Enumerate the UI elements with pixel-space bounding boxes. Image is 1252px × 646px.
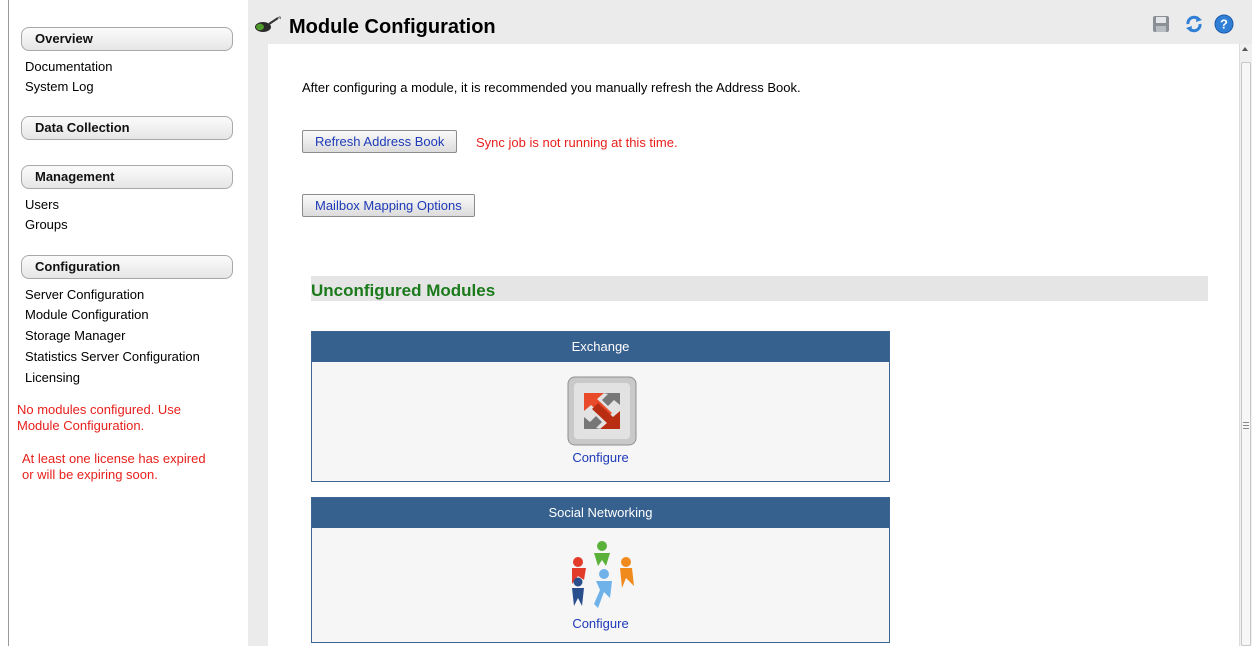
help-icon[interactable]: ?	[1213, 13, 1235, 35]
sidebar-item-module-configuration[interactable]: Module Configuration	[25, 306, 149, 323]
sidebar-item-licensing[interactable]: Licensing	[25, 369, 80, 386]
scroll-up-arrow-icon[interactable]	[1242, 47, 1248, 51]
sidebar-item-storage-manager[interactable]: Storage Manager	[25, 327, 125, 344]
svg-text:?: ?	[1220, 17, 1228, 32]
no-modules-warning-line1: No modules configured. Use	[17, 402, 182, 417]
sidebar-item-groups[interactable]: Groups	[25, 216, 68, 233]
refresh-icon[interactable]	[1183, 13, 1205, 35]
sidebar-section-overview[interactable]: Overview	[21, 27, 233, 51]
no-modules-warning-line2[interactable]: Module Configuration.	[17, 418, 144, 434]
sidebar-item-users[interactable]: Users	[25, 196, 59, 213]
mailbox-mapping-options-button[interactable]: Mailbox Mapping Options	[302, 194, 475, 217]
sidebar	[9, 0, 248, 646]
sidebar-section-management[interactable]: Management	[21, 165, 233, 189]
sidebar-item-documentation[interactable]: Documentation	[25, 58, 112, 75]
module-card-social-networking: Social Networking Configure	[311, 497, 890, 643]
scroll-grip-line	[1243, 428, 1249, 429]
license-warning-line1: At least one license has expired	[22, 451, 206, 466]
unconfigured-modules-title: Unconfigured Modules	[311, 281, 496, 300]
refresh-address-book-button[interactable]: Refresh Address Book	[302, 130, 458, 153]
configure-social-networking-link[interactable]: Configure	[312, 616, 889, 631]
sidebar-item-statistics-server-configuration[interactable]: Statistics Server Configuration	[25, 348, 200, 365]
sidebar-item-system-log[interactable]: System Log	[25, 78, 94, 95]
exchange-icon[interactable]	[566, 375, 638, 447]
sidebar-section-configuration[interactable]: Configuration	[21, 255, 233, 279]
module-name: Exchange	[312, 332, 889, 362]
module-card-exchange: Exchange Configure	[311, 331, 890, 482]
save-icon[interactable]	[1150, 13, 1172, 35]
scroll-grip-line	[1243, 422, 1249, 423]
page-title: Module Configuration	[289, 16, 496, 38]
social-networking-icon[interactable]	[564, 538, 640, 610]
license-warning-line2: or will be expiring soon.	[22, 467, 158, 482]
sidebar-item-server-configuration[interactable]: Server Configuration	[25, 286, 144, 303]
module-name: Social Networking	[312, 498, 889, 528]
scroll-grip-line	[1243, 425, 1249, 426]
configure-exchange-link[interactable]: Configure	[312, 450, 889, 465]
intro-text: After configuring a module, it is recomm…	[302, 80, 801, 95]
sidebar-section-data-collection[interactable]: Data Collection	[21, 116, 233, 140]
plug-icon	[255, 16, 281, 32]
scrollbar-thumb[interactable]	[1241, 62, 1251, 646]
sync-status: Sync job is not running at this time.	[476, 135, 678, 150]
